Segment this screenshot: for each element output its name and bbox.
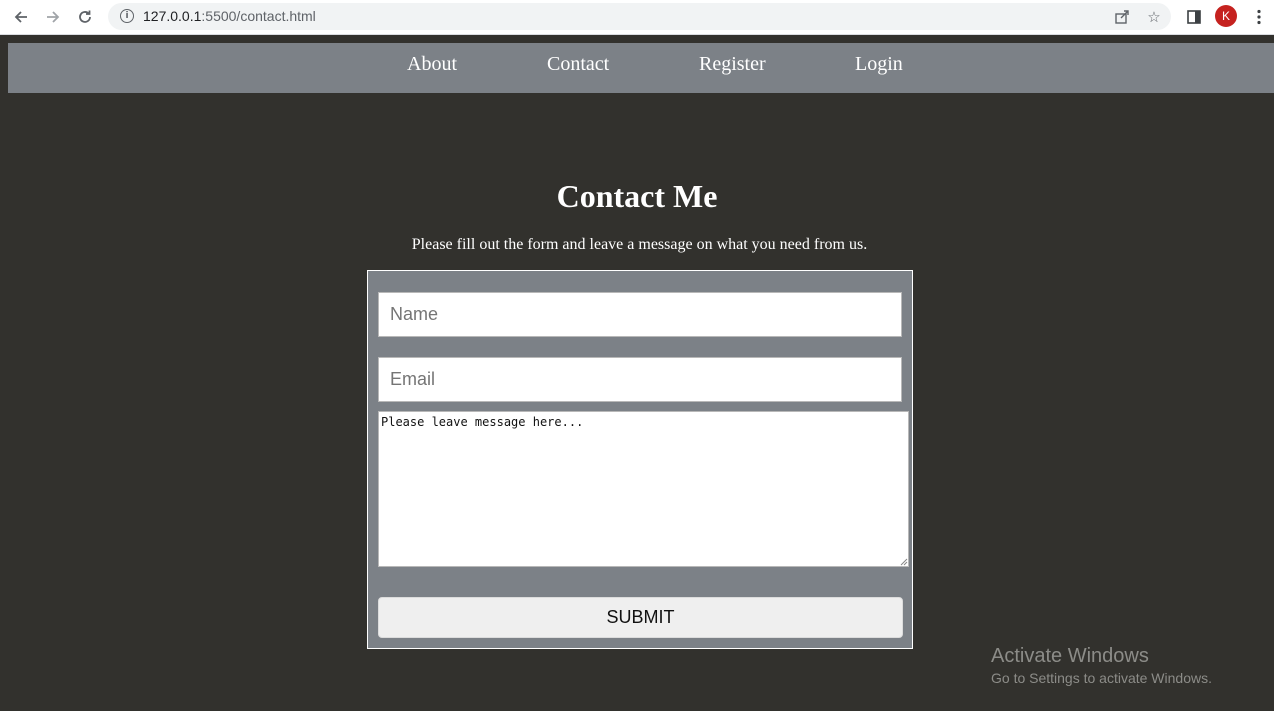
url-path: :5500/contact.html bbox=[201, 8, 316, 24]
side-panel-icon[interactable] bbox=[1183, 6, 1205, 28]
address-bar[interactable]: i 127.0.0.1:5500/contact.html ☆ bbox=[108, 3, 1171, 30]
site-nav-bar: About Contact Register Login bbox=[8, 43, 1274, 93]
email-input[interactable] bbox=[378, 357, 902, 402]
nav-link-register[interactable]: Register bbox=[699, 53, 766, 76]
page-subtitle: Please fill out the form and leave a mes… bbox=[411, 236, 868, 253]
kebab-menu-icon[interactable] bbox=[1248, 6, 1270, 28]
bookmark-star-icon[interactable]: ☆ bbox=[1144, 7, 1164, 27]
back-arrow-icon[interactable] bbox=[8, 5, 34, 29]
info-icon[interactable]: i bbox=[120, 9, 134, 23]
submit-button[interactable]: SUBMIT bbox=[378, 597, 903, 638]
reload-icon[interactable] bbox=[72, 5, 98, 29]
contact-form: SUBMIT bbox=[367, 270, 913, 649]
nav-link-about[interactable]: About bbox=[407, 53, 457, 76]
activate-windows-title: Activate Windows bbox=[991, 645, 1149, 667]
nav-link-login[interactable]: Login bbox=[855, 53, 903, 76]
url-host: 127.0.0.1 bbox=[143, 8, 202, 24]
nav-link-contact[interactable]: Contact bbox=[547, 53, 609, 76]
share-icon[interactable] bbox=[1112, 7, 1132, 27]
browser-toolbar: i 127.0.0.1:5500/contact.html ☆ K bbox=[0, 0, 1274, 35]
activate-windows-subtitle: Go to Settings to activate Windows. bbox=[991, 670, 1212, 686]
profile-avatar[interactable]: K bbox=[1215, 5, 1237, 27]
forward-arrow-icon[interactable] bbox=[40, 5, 66, 29]
name-input[interactable] bbox=[378, 292, 902, 337]
url-text: 127.0.0.1:5500/contact.html bbox=[143, 8, 316, 24]
message-textarea[interactable] bbox=[378, 411, 909, 567]
page-title: Contact Me bbox=[556, 178, 718, 214]
